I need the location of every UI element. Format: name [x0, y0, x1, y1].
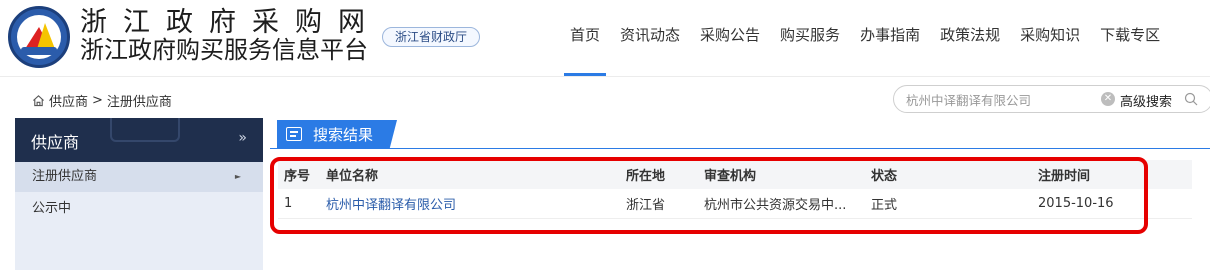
breadcrumb: 供应商 > 注册供应商 [32, 91, 172, 110]
sidebar-item-publicity[interactable]: 公示中 [15, 194, 263, 224]
home-icon[interactable] [32, 94, 45, 107]
sidebar-toggle-icon[interactable]: » [238, 130, 247, 146]
nav-home[interactable]: 首页 [560, 0, 610, 76]
main-nav: 首页 资讯动态 采购公告 购买服务 办事指南 政策法规 采购知识 下载专区 [560, 0, 1170, 76]
search-input[interactable] [906, 89, 1086, 109]
site-header: 浙江政府采购网 浙江政府购买服务信息平台 浙江省财政厅 首页 资讯动态 采购公告… [0, 0, 1210, 76]
breadcrumb-root[interactable]: 供应商 [49, 91, 88, 110]
nav-purchase-services[interactable]: 购买服务 [770, 0, 850, 76]
results-tab: 搜索结果 [277, 120, 397, 148]
list-icon [286, 127, 302, 141]
nav-policies[interactable]: 政策法规 [930, 0, 1010, 76]
advanced-search-link[interactable]: 高级搜索 [1120, 91, 1172, 110]
dept-badge: 浙江省财政厅 [382, 27, 481, 47]
site-subtitle: 浙江政府购买服务信息平台 [80, 36, 368, 64]
highlight-box [270, 157, 1148, 234]
nav-news[interactable]: 资讯动态 [610, 0, 690, 76]
nav-procurement-notices[interactable]: 采购公告 [690, 0, 770, 76]
nav-knowledge[interactable]: 采购知识 [1010, 0, 1090, 76]
sidebar: 供应商 » 注册供应商 ► 公示中 [15, 118, 263, 270]
results-tab-label: 搜索结果 [313, 126, 374, 144]
search-icon[interactable] [1184, 92, 1198, 106]
breadcrumb-separator: > [92, 93, 103, 108]
sidebar-item-label: 公示中 [32, 201, 72, 216]
sidebar-item-label: 注册供应商 [32, 169, 98, 184]
site-logo-icon[interactable] [8, 6, 70, 68]
site-title: 浙江政府采购网 [80, 7, 381, 38]
speech-bubble-icon [110, 118, 180, 142]
search-box: ✕ 高级搜索 [893, 85, 1210, 113]
sidebar-item-registered-suppliers[interactable]: 注册供应商 ► [15, 162, 263, 192]
clear-icon[interactable]: ✕ [1101, 92, 1115, 106]
breadcrumb-bar: 供应商 > 注册供应商 ✕ 高级搜索 [0, 76, 1210, 118]
breadcrumb-current: 注册供应商 [106, 95, 172, 110]
nav-downloads[interactable]: 下载专区 [1090, 0, 1170, 76]
nav-guide[interactable]: 办事指南 [850, 0, 930, 76]
divider [270, 148, 1210, 149]
sidebar-header: 供应商 » [15, 118, 263, 162]
triangle-right-icon: ► [234, 172, 241, 181]
sidebar-title: 供应商 [31, 133, 80, 152]
